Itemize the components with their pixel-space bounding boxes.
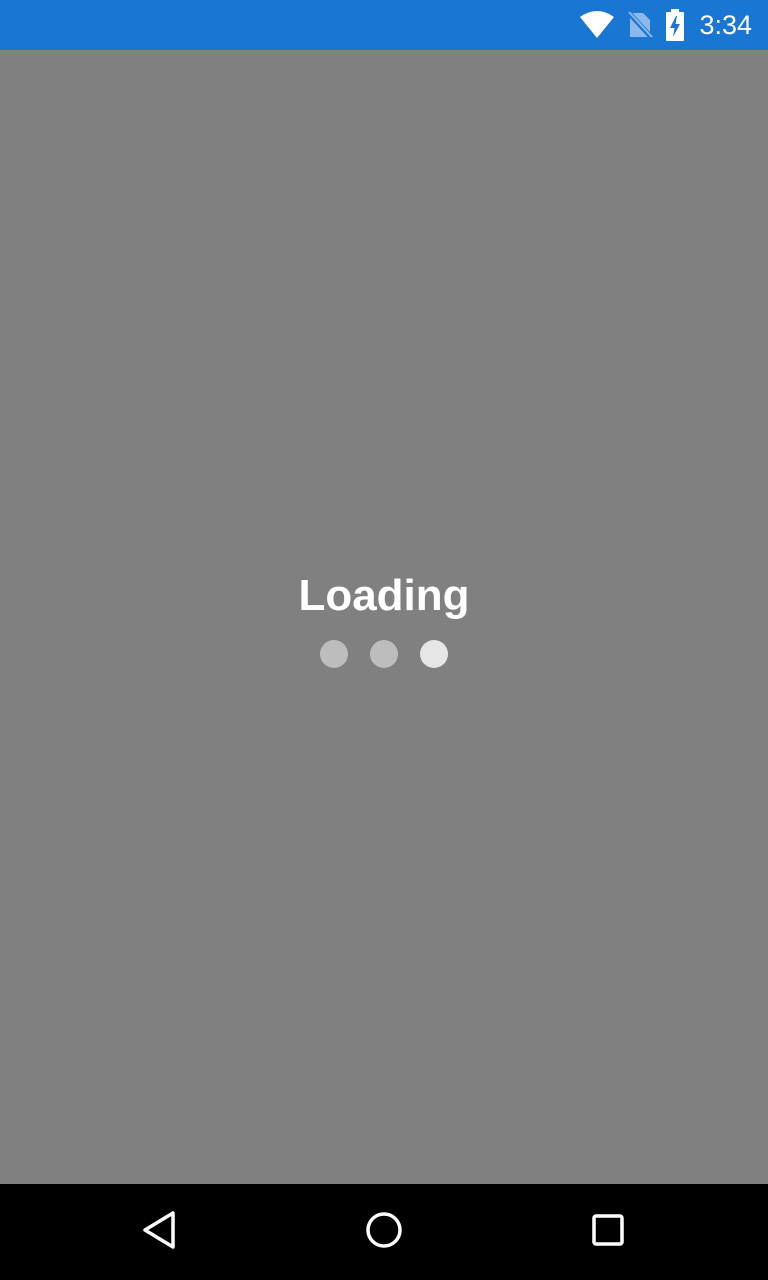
loading-dot-3 — [420, 640, 448, 668]
recents-button[interactable] — [560, 1184, 656, 1280]
battery-charging-icon — [665, 9, 685, 41]
status-time: 3:34 — [699, 10, 752, 40]
wifi-icon — [579, 11, 615, 39]
recents-icon — [588, 1210, 628, 1255]
loading-label: Loading — [298, 571, 470, 620]
main-content: Loading — [0, 50, 768, 1184]
no-sim-icon — [627, 11, 654, 39]
back-button[interactable] — [112, 1184, 208, 1280]
loading-dots — [0, 640, 768, 668]
back-icon — [140, 1210, 180, 1255]
home-button[interactable] — [336, 1184, 432, 1280]
home-icon — [364, 1210, 404, 1255]
loading-indicator: Loading — [0, 570, 768, 668]
loading-dot-1 — [320, 640, 348, 668]
status-bar: 3:34 — [0, 0, 768, 50]
navigation-bar — [0, 1184, 768, 1280]
screen: 3:34 Loading — [0, 0, 768, 1280]
status-icons: 3:34 — [579, 0, 752, 50]
loading-dot-2 — [370, 640, 398, 668]
